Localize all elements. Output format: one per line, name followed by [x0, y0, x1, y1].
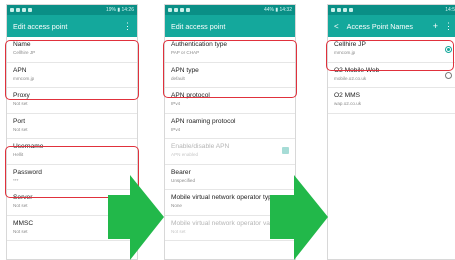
setting-label: Enable/disable APN	[171, 143, 230, 150]
setting-value: IPv4	[171, 101, 181, 106]
setting-label: Port	[13, 117, 26, 125]
radio-unselected-icon[interactable]	[445, 71, 452, 79]
setting-value: IPv4	[171, 126, 181, 132]
app-bar: Edit access point	[165, 15, 295, 37]
add-icon[interactable]: +	[433, 21, 438, 31]
status-bar: 19% ▮ 14:26	[7, 5, 137, 15]
next-step-arrow-icon	[270, 175, 328, 260]
next-step-arrow-icon	[108, 175, 164, 260]
setting-row-apn-roaming-protocol[interactable]: APN roaming protocol IPv4	[165, 114, 295, 139]
setting-row-enable-disable-apn: Enable/disable APN APN enabled	[165, 139, 295, 165]
highlight-auth-apn-type	[163, 40, 297, 98]
setting-label: APN roaming protocol	[171, 117, 236, 125]
setting-value: Not set	[13, 101, 28, 106]
app-bar-title: Access Point Names	[346, 21, 413, 31]
more-options-icon[interactable]: ⋮	[123, 21, 132, 32]
tutorial-canvas: 19% ▮ 14:26 Edit access point ⋮ Name Cell…	[0, 0, 455, 260]
status-bar: 14:5	[328, 5, 455, 15]
app-bar-title: Edit access point	[171, 21, 226, 31]
status-bar: 44% ▮ 14:32	[165, 5, 295, 15]
apn-value: mobile.o2.co.uk	[334, 75, 367, 81]
highlight-selected-apn	[326, 40, 454, 71]
setting-row-port[interactable]: Port Not set	[7, 114, 137, 139]
app-bar-title: Edit access point	[13, 21, 68, 31]
app-bar: < Access Point Names + ⋮	[328, 15, 455, 37]
apn-name: O2 MMS	[334, 92, 361, 99]
apn-value: wap.o2.co.uk	[334, 101, 362, 106]
apn-item-o2-mms[interactable]: O2 MMS wap.o2.co.uk	[328, 88, 455, 114]
setting-value: APN enabled	[171, 152, 199, 157]
more-options-icon[interactable]: ⋮	[444, 21, 453, 32]
app-bar: Edit access point ⋮	[7, 15, 137, 37]
status-right: 44% ▮ 14:32	[263, 7, 292, 13]
highlight-name-apn	[5, 40, 139, 100]
back-arrow-icon[interactable]: <	[334, 22, 339, 31]
status-right: 14:5	[445, 7, 455, 13]
status-right: 19% ▮ 14:26	[105, 7, 134, 13]
setting-value: Not set	[13, 126, 28, 132]
checkbox-icon	[282, 147, 289, 154]
